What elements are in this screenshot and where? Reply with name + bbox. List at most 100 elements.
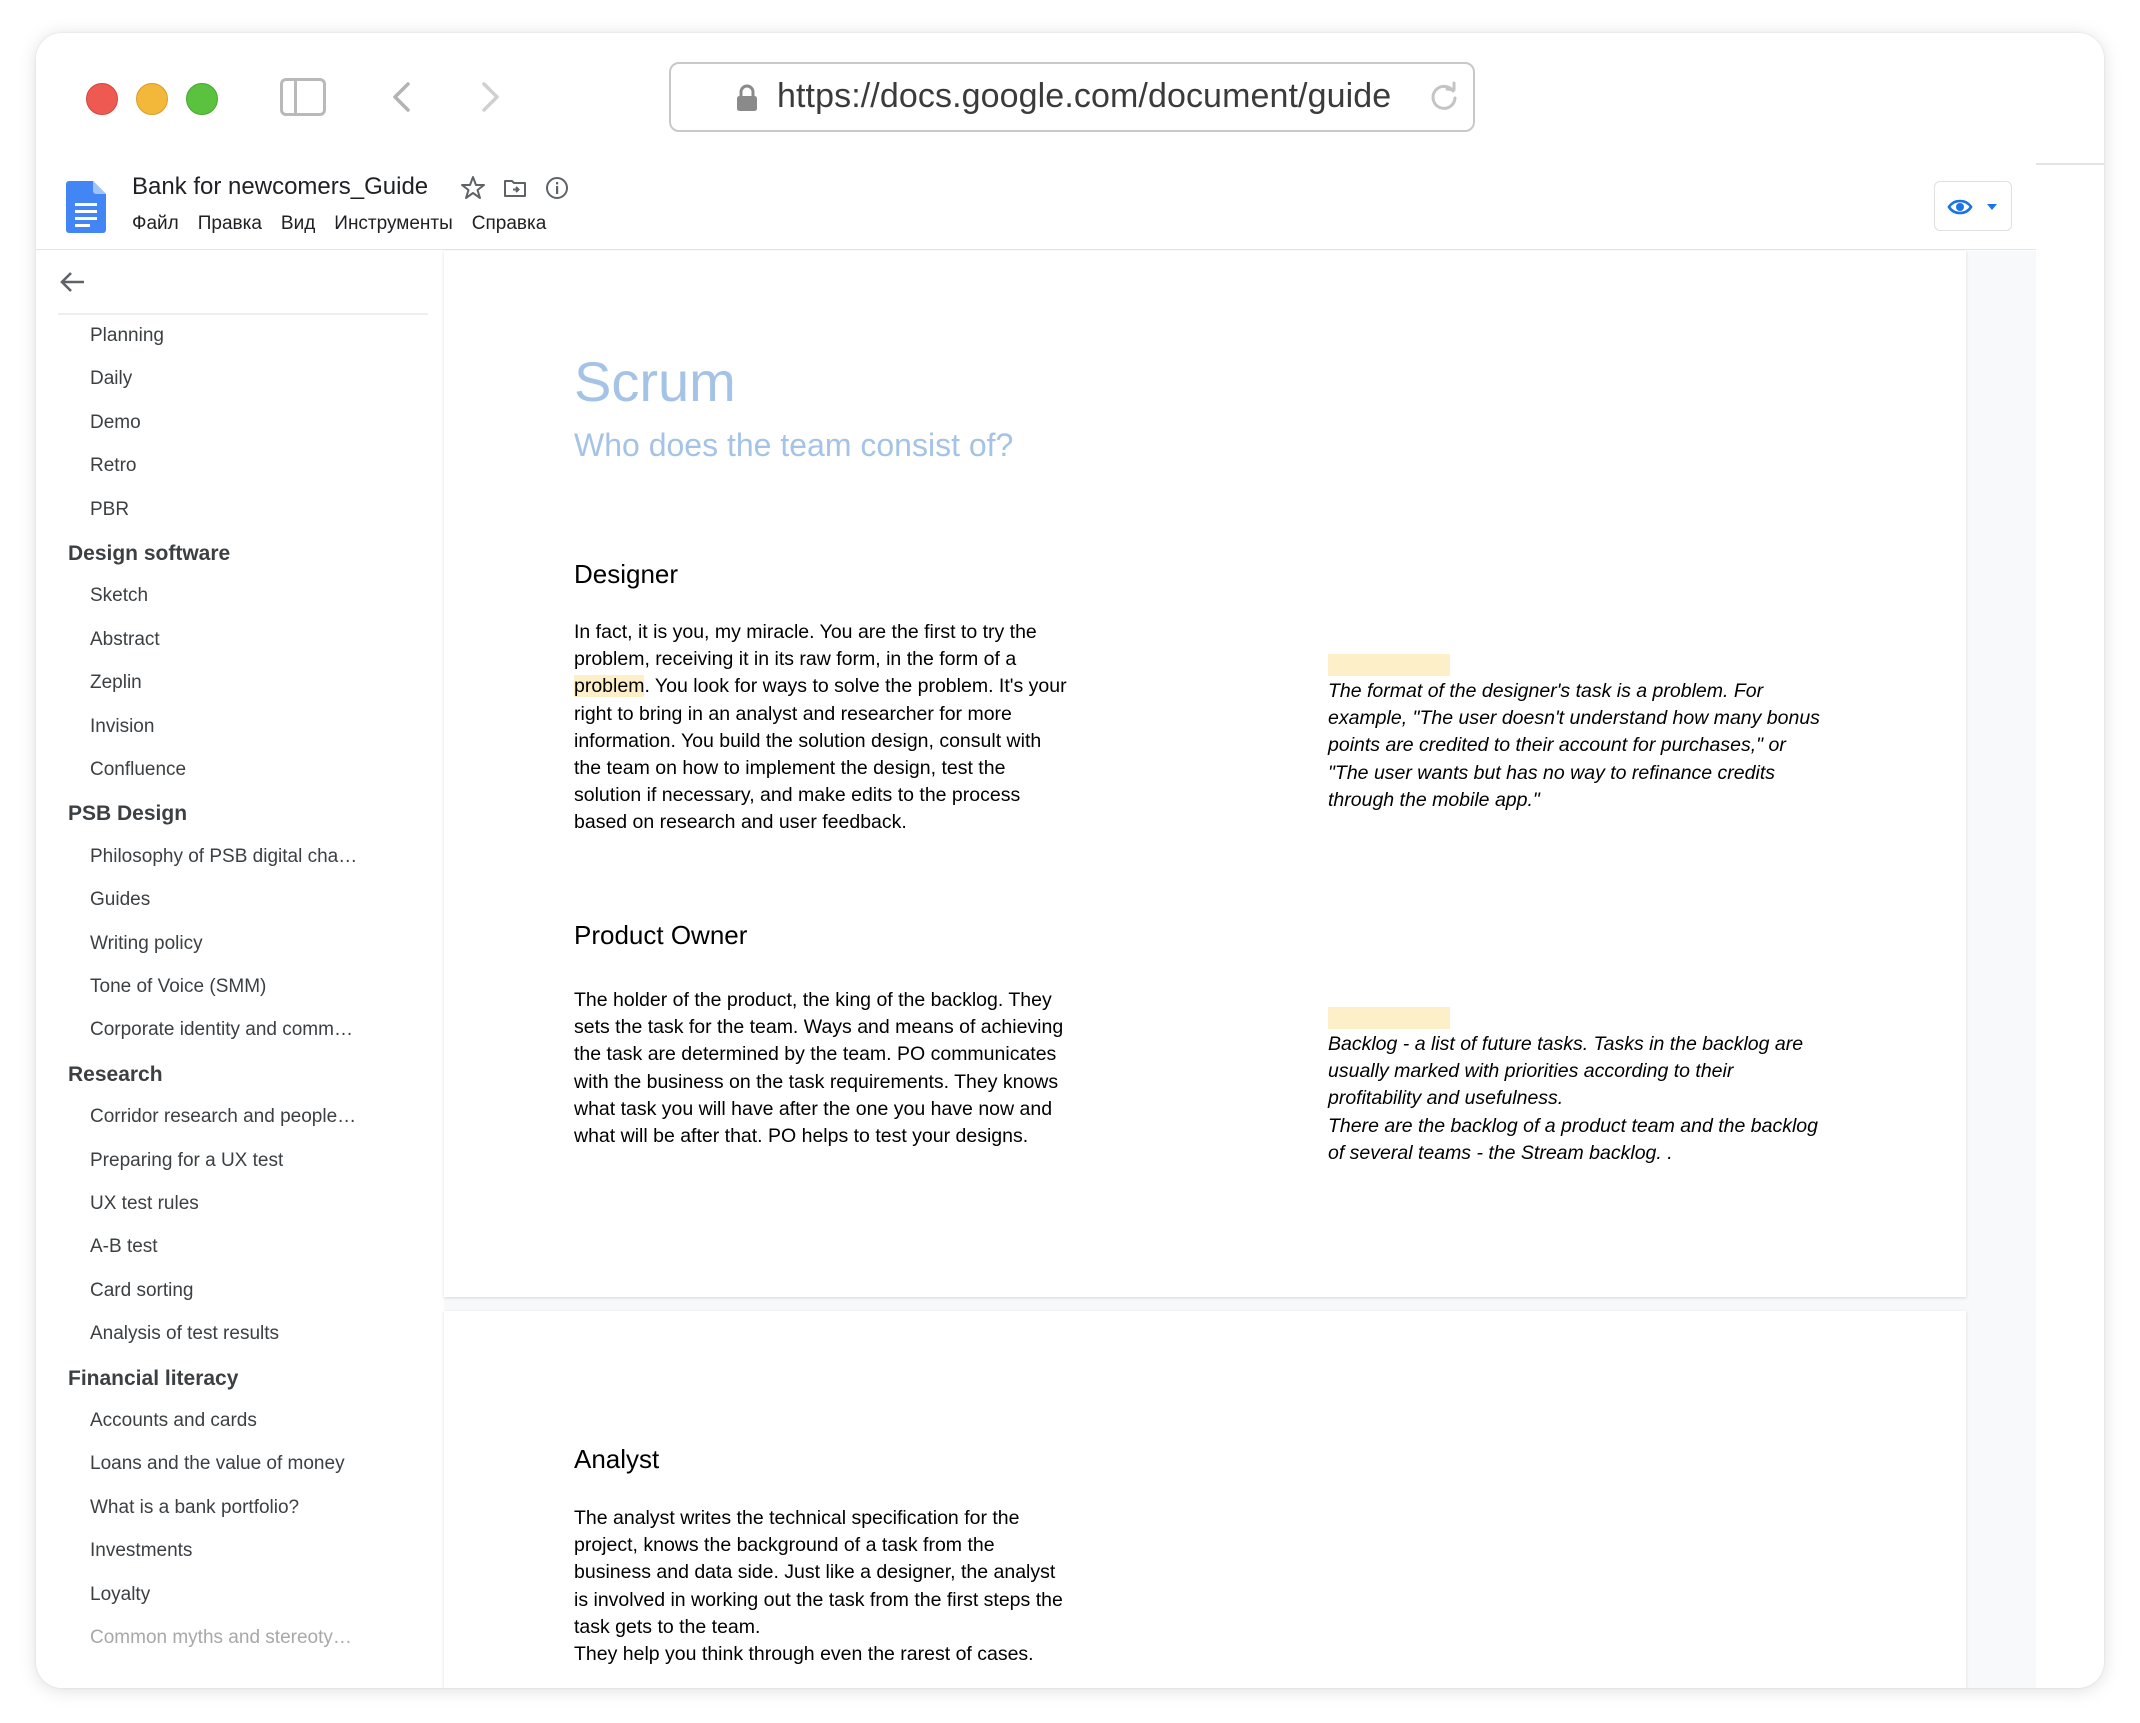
text-line: points are credited to their account for… — [1328, 734, 1786, 757]
analyst-paragraph: The analyst writes the technical specifi… — [574, 1505, 1089, 1668]
view-mode-button[interactable] — [1934, 181, 2012, 231]
product-owner-note: Backlog - a list of future tasks. Tasks … — [1328, 1031, 1838, 1167]
outline-item[interactable]: Corridor research and people… — [90, 1106, 356, 1136]
text-line: task gets to the team. — [574, 1615, 761, 1638]
text-line: project, knows the background of a task … — [574, 1534, 995, 1557]
text-line: business and data side. Just like a desi… — [574, 1561, 1056, 1584]
minimize-window-button[interactable] — [136, 83, 168, 115]
lock-icon — [737, 84, 757, 111]
outline-item[interactable]: Planning — [90, 325, 164, 355]
text-line: "The user wants but has no way to refina… — [1328, 761, 1775, 784]
text-line: based on research and user feedback. — [574, 811, 907, 834]
menu-bar: Файл Правка Вид Инструменты Справка — [132, 213, 546, 235]
outline-item[interactable]: Abstract — [90, 629, 160, 659]
outline-item[interactable]: Loyalty — [90, 1584, 150, 1614]
text-line: with the business on the task requiremen… — [574, 1070, 1059, 1093]
maximize-window-button[interactable] — [186, 83, 218, 115]
outline-item[interactable]: Loans and the value of money — [90, 1453, 345, 1483]
text-line: There are the backlog of a product team … — [1328, 1114, 1818, 1137]
outline-item[interactable]: Analysis of test results — [90, 1323, 279, 1353]
outline-item[interactable]: Accounts and cards — [90, 1410, 257, 1440]
text-line: what will be after that. PO helps to tes… — [574, 1125, 1029, 1148]
text-line: profitability and usefulness. — [1328, 1087, 1564, 1110]
text-line: the task are determined by the team. PO … — [574, 1043, 1057, 1066]
text-line: The analyst writes the technical specifi… — [574, 1507, 1020, 1529]
document-subtitle: Who does the team consist of? — [574, 427, 1014, 463]
forward-arrow-icon[interactable] — [472, 79, 508, 115]
outline-item[interactable]: Writing policy — [90, 933, 203, 963]
text-line: solution if necessary, and make edits to… — [574, 784, 1021, 807]
outline-item[interactable]: Guides — [90, 889, 150, 919]
star-icon[interactable] — [460, 175, 486, 201]
highlighted-word: problem — [574, 675, 645, 698]
outline-heading[interactable]: PSB Design — [68, 802, 187, 832]
text-line: example, "The user doesn't understand ho… — [1328, 707, 1820, 730]
analyst-heading: Analyst — [574, 1444, 660, 1474]
menu-tools[interactable]: Инструменты — [334, 213, 452, 235]
outline-item[interactable]: Sketch — [90, 585, 148, 615]
outline-heading[interactable]: Financial literacy — [68, 1367, 238, 1397]
document-title[interactable]: Bank for newcomers_Guide — [132, 173, 428, 201]
outline-item[interactable]: Invision — [90, 716, 154, 746]
back-arrow-icon[interactable] — [384, 79, 420, 115]
text-line: They help you think through even the rar… — [574, 1643, 1034, 1666]
outline-item[interactable]: PBR — [90, 499, 129, 529]
move-to-folder-icon[interactable] — [502, 175, 528, 201]
outline-item[interactable]: Preparing for a UX test — [90, 1150, 283, 1180]
outline-item[interactable]: Investments — [90, 1540, 192, 1570]
outline-heading[interactable]: Design software — [68, 542, 230, 572]
text-line: of several teams - the Stream backlog. . — [1328, 1141, 1673, 1164]
outline-item[interactable]: Zeplin — [90, 672, 142, 702]
text-line: sets the task for the team. Ways and mea… — [574, 1016, 1064, 1039]
text-fragment: . You look for ways to solve the problem… — [644, 675, 1067, 698]
close-outline-arrow-icon[interactable] — [58, 267, 88, 297]
text-line: what task you will have after the one yo… — [574, 1097, 1053, 1120]
text-line: The format of the designer's task is a p… — [1328, 680, 1764, 702]
outline-item[interactable]: Daily — [90, 368, 132, 398]
outline-item[interactable]: A-B test — [90, 1236, 158, 1266]
text-line: is involved in working out the task from… — [574, 1588, 1063, 1611]
outline-item[interactable]: Common myths and stereoty… — [90, 1627, 352, 1657]
text-line: the team on how to implement the design,… — [574, 757, 1006, 780]
outline-item[interactable]: Confluence — [90, 759, 186, 789]
text-line: right to bring in an analyst and researc… — [574, 702, 1012, 725]
outline-divider — [58, 313, 428, 315]
sidebar-toggle-icon[interactable] — [280, 78, 326, 116]
menu-view[interactable]: Вид — [281, 213, 315, 235]
menu-help[interactable]: Справка — [472, 213, 547, 235]
designer-note: The format of the designer's task is a p… — [1328, 678, 1838, 814]
text-line: Backlog - a list of future tasks. Tasks … — [1328, 1033, 1804, 1055]
menu-edit[interactable]: Правка — [198, 213, 262, 235]
url-text: https://docs.google.com/document/guide — [777, 77, 1392, 115]
browser-window: https://docs.google.com/document/guide B… — [36, 33, 2104, 1688]
outline-heading[interactable]: Research — [68, 1063, 163, 1093]
outline-item[interactable]: Retro — [90, 455, 136, 485]
outline-item[interactable]: Philosophy of PSB digital cha… — [90, 846, 357, 876]
address-bar[interactable]: https://docs.google.com/document/guide — [669, 62, 1475, 132]
info-icon[interactable] — [544, 175, 570, 201]
outline-item[interactable]: Demo — [90, 412, 141, 442]
text-line: In fact, it is you, my miracle. You are … — [574, 621, 1037, 643]
document-heading: Scrum — [574, 350, 736, 413]
product-owner-heading: Product Owner — [574, 920, 748, 950]
text-line: through the mobile app." — [1328, 788, 1540, 811]
menu-file[interactable]: Файл — [132, 213, 179, 235]
google-docs-logo-icon[interactable] — [66, 181, 106, 233]
designer-paragraph: In fact, it is you, my miracle. You are … — [574, 619, 1089, 837]
close-window-button[interactable] — [86, 83, 118, 115]
document-page[interactable]: Scrum Who does the team consist of? Desi… — [444, 251, 1966, 1297]
browser-toolbar: https://docs.google.com/document/guide — [36, 33, 2104, 165]
outline-item[interactable]: Card sorting — [90, 1280, 194, 1310]
text-line: information. You build the solution desi… — [574, 729, 1042, 752]
outline-item[interactable]: UX test rules — [90, 1193, 199, 1223]
designer-heading: Designer — [574, 559, 679, 589]
document-outline: Planning Daily Demo Retro PBR Design software… — [36, 251, 444, 1688]
text-line: problem, receiving it in its raw form, i… — [574, 648, 1017, 671]
text-line: problem. You look for ways to solve the … — [574, 673, 1089, 700]
outline-item[interactable]: Corporate identity and comm… — [90, 1019, 353, 1049]
reload-icon[interactable] — [1427, 80, 1461, 114]
highlight-marker — [1328, 654, 1450, 676]
outline-item[interactable]: What is a bank portfolio? — [90, 1497, 299, 1527]
document-page[interactable]: Analyst The analyst writes the technical… — [444, 1311, 1966, 1688]
outline-item[interactable]: Tone of Voice (SMM) — [90, 976, 266, 1006]
